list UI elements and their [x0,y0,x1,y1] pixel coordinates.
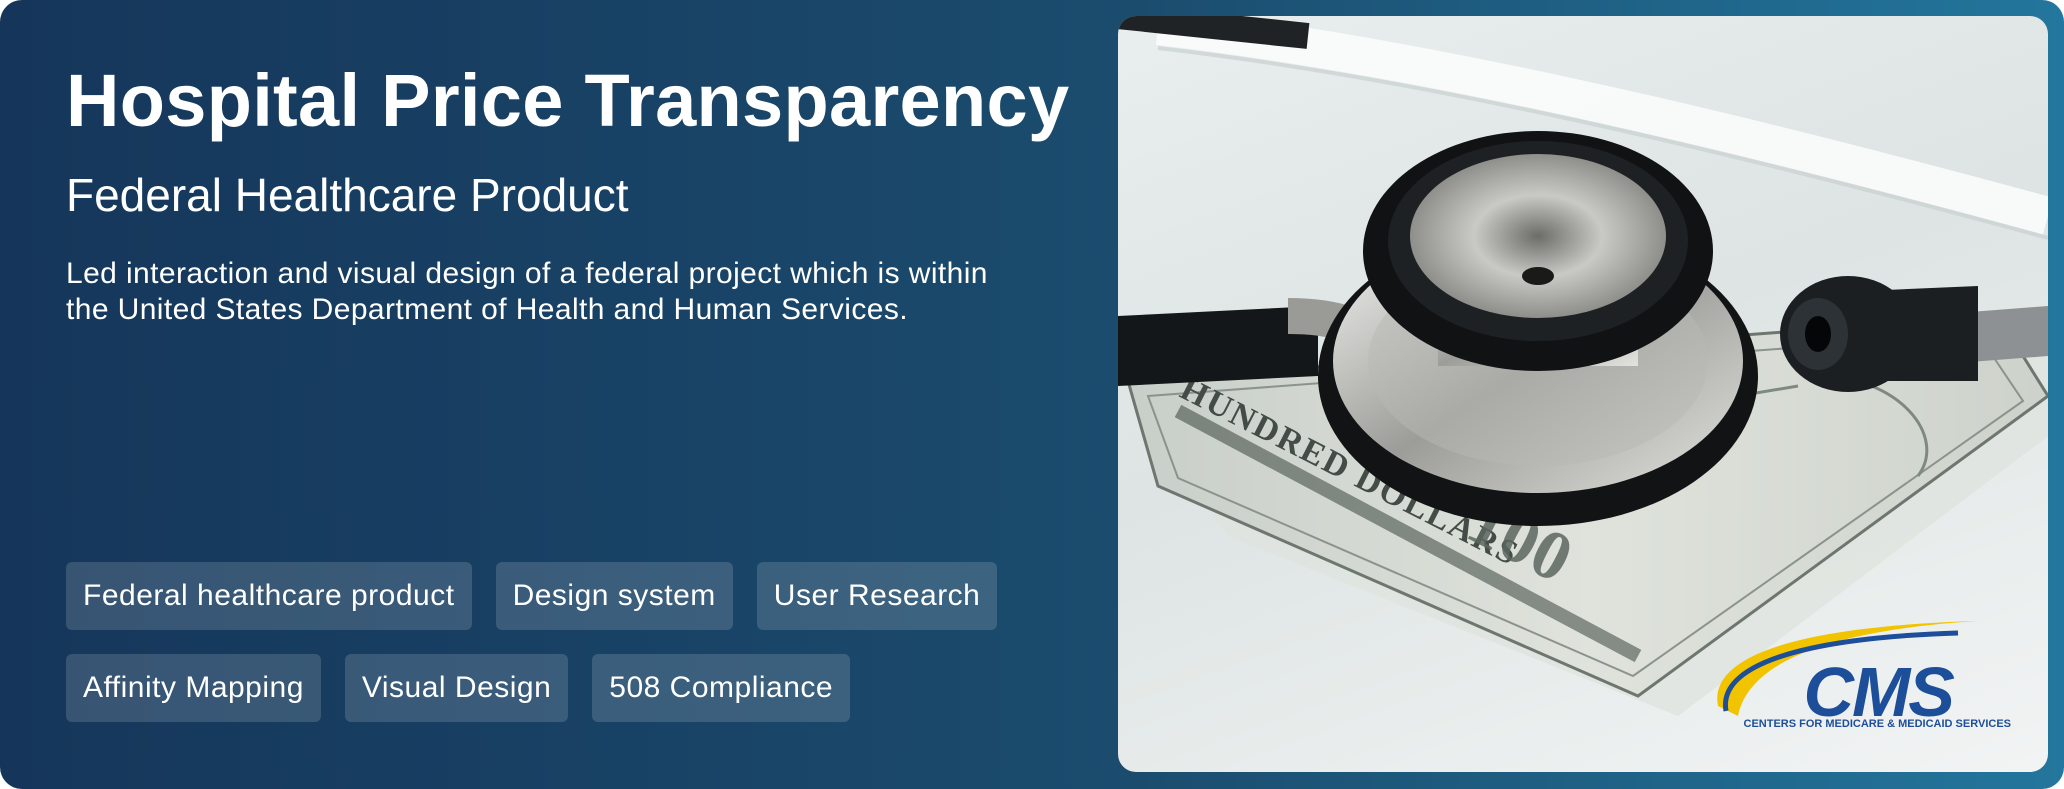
tag-design-system: Design system [495,562,733,630]
tag-list: Federal healthcare product Design system… [66,562,1096,746]
tag-row: Federal healthcare product Design system… [66,562,1096,630]
project-subtitle: Federal Healthcare Product [66,169,629,221]
cms-logo-tagline: CENTERS FOR MEDICARE & MEDICAID SERVICES [1744,718,2012,730]
project-info: Hospital Price Transparency Federal Heal… [66,0,1096,789]
stethoscope-money-illustration: HUNDRED DOLLARS 100 CMS CENTERS FOR MEDI… [1118,16,2048,731]
stethoscope [1318,131,1758,526]
project-description: Led interaction and visual design of a f… [66,257,988,326]
project-image: HUNDRED DOLLARS 100 CMS CENTERS FOR MEDI… [1118,16,2048,772]
tag-508-compliance: 508 Compliance [592,654,851,722]
tag-federal-healthcare-product: Federal healthcare product [66,562,472,630]
project-card[interactable]: Hospital Price Transparency Federal Heal… [0,0,2064,789]
tag-affinity-mapping: Affinity Mapping [66,654,321,722]
project-title: Hospital Price Transparency [66,59,1070,142]
tag-row: Affinity Mapping Visual Design 508 Compl… [66,654,1096,722]
tag-visual-design: Visual Design [344,654,569,722]
tag-user-research: User Research [756,562,998,630]
